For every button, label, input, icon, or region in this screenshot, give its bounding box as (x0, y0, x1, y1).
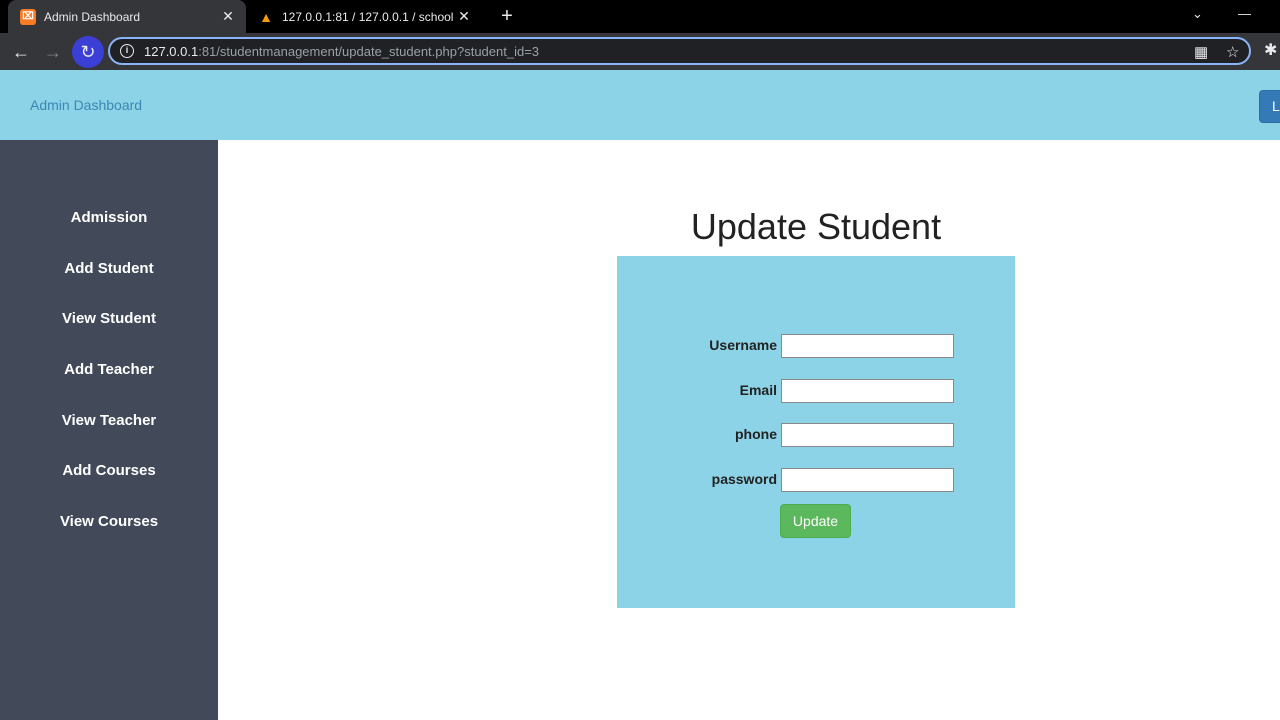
url-text: 127.0.0.1:81/studentmanagement/update_st… (144, 44, 539, 59)
url-host: 127.0.0.1 (144, 43, 199, 59)
sidebar-item-add-teacher[interactable]: Add Teacher (0, 360, 218, 411)
sidebar-item-admission[interactable]: Admission (0, 208, 218, 259)
email-label: Email (739, 382, 777, 398)
username-row: Username (617, 334, 1015, 358)
phone-input[interactable] (781, 423, 954, 447)
phpmyadmin-icon: ▲ (259, 8, 273, 25)
logout-button[interactable]: L (1259, 90, 1280, 123)
tab-search-icon[interactable]: ⌄ (1192, 6, 1203, 22)
email-input[interactable] (781, 379, 954, 403)
sidebar-item-add-courses[interactable]: Add Courses (0, 461, 218, 512)
back-button[interactable]: ← (8, 39, 34, 65)
sidebar-item-add-student[interactable]: Add Student (0, 259, 218, 310)
browser-toolbar: ← → ↻ i 127.0.0.1:81/studentmanagement/u… (0, 33, 1280, 70)
password-row: password (617, 468, 1015, 492)
tab-title: 127.0.0.1:81 / 127.0.0.1 / schoolp (282, 9, 454, 24)
username-label: Username (709, 337, 777, 353)
update-student-form: Username Email phone password Update (617, 256, 1015, 608)
sidebar-item-view-teacher[interactable]: View Teacher (0, 411, 218, 462)
url-path: :81/studentmanagement/update_student.php… (198, 43, 540, 59)
email-row: Email (617, 379, 1015, 403)
username-input[interactable] (781, 334, 954, 358)
qr-code-icon[interactable]: ▦ (1194, 43, 1208, 61)
new-tab-button[interactable]: + (496, 4, 518, 28)
page-title: Update Student (690, 206, 942, 247)
update-button[interactable]: Update (780, 504, 851, 538)
password-input[interactable] (781, 468, 954, 492)
star-icon[interactable]: ☆ (1226, 43, 1239, 61)
password-label: password (711, 471, 777, 487)
extensions-icon[interactable]: ✱ (1264, 40, 1277, 60)
phone-label: phone (735, 426, 777, 442)
close-icon[interactable]: ✕ (218, 8, 238, 25)
sidebar-item-view-courses[interactable]: View Courses (0, 512, 218, 563)
phone-row: phone (617, 423, 1015, 447)
sidebar: Admission Add Student View Student Add T… (0, 140, 218, 720)
main-content: Update Student Username Email phone pass… (218, 140, 1280, 720)
browser-tab-bar: ⌧ Admin Dashboard ✕ ▲ 127.0.0.1:81 / 127… (0, 0, 1280, 33)
reload-button[interactable]: ↻ (75, 39, 101, 65)
address-bar[interactable]: i 127.0.0.1:81/studentmanagement/update_… (108, 37, 1251, 65)
xampp-icon: ⌧ (20, 8, 36, 25)
tab-admin-dashboard[interactable]: ⌧ Admin Dashboard ✕ (8, 0, 246, 33)
forward-button[interactable]: → (40, 39, 66, 65)
minimize-button[interactable]: — (1238, 6, 1251, 21)
tab-phpmyadmin[interactable]: ▲ 127.0.0.1:81 / 127.0.0.1 / schoolp ✕ (250, 0, 482, 33)
info-icon[interactable]: i (120, 44, 134, 58)
tab-title: Admin Dashboard (44, 9, 141, 24)
sidebar-item-view-student[interactable]: View Student (0, 309, 218, 360)
close-icon[interactable]: ✕ (454, 8, 474, 25)
page-header: Admin Dashboard L (0, 70, 1280, 140)
brand-link[interactable]: Admin Dashboard (30, 97, 142, 113)
